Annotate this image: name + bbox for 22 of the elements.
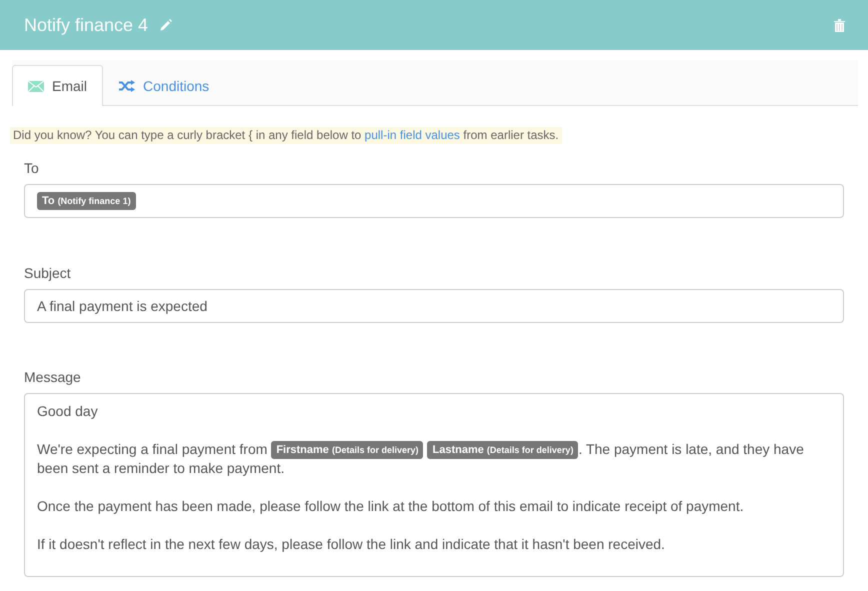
field-label: Subject: [24, 265, 72, 282]
shuffle-icon: [119, 80, 136, 92]
message-paragraph: Once the payment has been made, please follow the link at the bottom of this email to indicate receipt of payment.: [37, 497, 745, 516]
window-title: Notify finance 4: [24, 14, 148, 36]
tab[interactable]: Conditions: [103, 65, 226, 106]
trash-icon[interactable]: [834, 18, 845, 32]
message-field[interactable]: [24, 393, 844, 577]
field-label: To: [24, 160, 40, 177]
tip-text: Did you know? You can type a curly bracket { in any field below to pull-in field values from earlier tasks.: [10, 127, 562, 144]
recipient-field[interactable]: To (Notify finance 1): [24, 184, 844, 218]
subject-field[interactable]: A final payment is expected: [24, 289, 844, 323]
pencil-icon[interactable]: [159, 18, 174, 32]
field-label: Message: [24, 369, 82, 386]
tab[interactable]: Email: [12, 65, 104, 106]
message-paragraph: Good day: [37, 402, 99, 421]
field-token: To (Notify finance 1): [37, 192, 136, 210]
field-token: Lastname (Details for delivery): [427, 441, 578, 459]
message-paragraph: We're expecting a final payment from Firstname (Details for delivery) Lastname (Details for delivery) . The payment is late, and they have been sent a reminder to make payment.: [37, 440, 805, 478]
field-token: Firstname (Details for delivery): [271, 441, 424, 459]
message-paragraph: If it doesn't reflect in the next few days, please follow the link and indicate that it hasn't been received.: [37, 535, 666, 554]
link[interactable]: pull-in field values: [364, 128, 460, 142]
envelope-icon: [28, 80, 44, 92]
